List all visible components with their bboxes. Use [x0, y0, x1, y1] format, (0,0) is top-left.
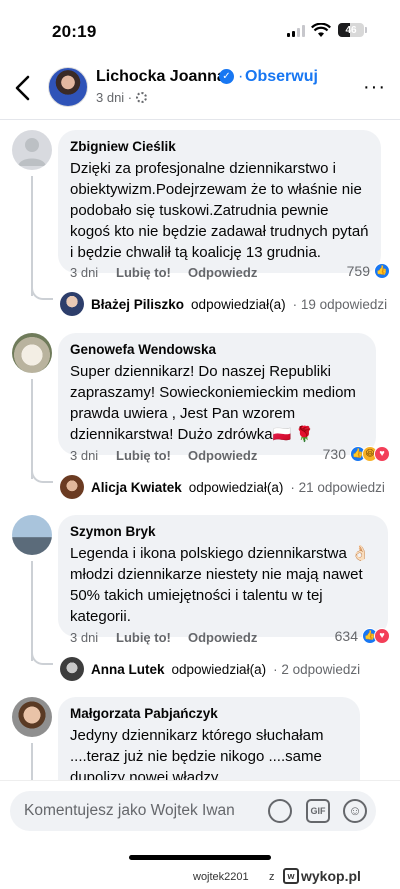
- watermark-z: z: [269, 871, 275, 883]
- comment-composer: Komentujesz jako Wojtek Iwan GIF ☺: [0, 780, 400, 850]
- reactions-summary[interactable]: 730 👍 😆 ♥: [323, 446, 390, 462]
- reply-avatar: [60, 292, 84, 316]
- watermark-bar: wojtek2201 z w wykop.pl: [0, 866, 400, 889]
- author-avatar[interactable]: [48, 67, 88, 107]
- comment-author[interactable]: Małgorzata Pabjańczyk: [70, 706, 348, 721]
- reactions-summary[interactable]: 634 👍 ♥: [335, 628, 390, 644]
- post-header: Lichocka Joanna ✓ · Obserwuj 3 dni · ···: [0, 60, 400, 120]
- more-icon[interactable]: ···: [363, 76, 386, 99]
- reply-avatar: [60, 657, 84, 681]
- comment-time: 3 dni: [70, 448, 99, 463]
- status-bar: 20:19 46: [0, 0, 400, 60]
- comment-bubble: Szymon Bryk Legenda i ikona polskiego dz…: [58, 515, 388, 637]
- comment-time: 3 dni: [70, 630, 99, 645]
- watermark-site: wykop.pl: [301, 868, 361, 884]
- comment-author[interactable]: Zbigniew Cieślik: [70, 139, 369, 154]
- home-indicator: [129, 855, 271, 860]
- reply-avatar: [60, 475, 84, 499]
- reply-author: Błażej Piliszko: [91, 296, 185, 312]
- reply-author: Anna Lutek: [91, 661, 165, 677]
- like-button[interactable]: Lubię to!: [116, 630, 188, 645]
- back-chevron-icon[interactable]: [12, 74, 34, 102]
- thread-line: [31, 379, 33, 479]
- comment-actions: 3 dni Lubię to! Odpowiedz: [70, 448, 257, 463]
- comment-actions: 3 dni Lubię to! Odpowiedz: [70, 265, 257, 280]
- emoji-icon[interactable]: ☺: [343, 799, 367, 823]
- thread-line: [31, 743, 33, 780]
- post-meta: 3 dni ·: [96, 90, 148, 105]
- comment-input[interactable]: Komentujesz jako Wojtek Iwan GIF ☺: [10, 791, 376, 831]
- comment-bubble: Zbigniew Cieślik Dzięki za profesjonalne…: [58, 130, 381, 273]
- thread-line: [31, 561, 33, 661]
- gear-icon: [136, 92, 148, 103]
- verified-badge-icon: ✓: [219, 69, 234, 84]
- commenter-avatar[interactable]: [12, 515, 52, 555]
- gif-icon[interactable]: GIF: [306, 799, 330, 823]
- heart-reaction-icon: ♥: [374, 446, 390, 462]
- like-button[interactable]: Lubię to!: [116, 265, 188, 280]
- follow-button[interactable]: Obserwuj: [245, 68, 318, 86]
- comment-text: Legenda i ikona polskiego dziennikarstwa…: [70, 545, 370, 625]
- comment-actions: 3 dni Lubię to! Odpowiedz: [70, 630, 257, 645]
- replies-link[interactable]: Alicja Kwiatek odpowiedział(a) · 21 odpo…: [60, 475, 385, 499]
- author-name[interactable]: Lichocka Joanna: [96, 68, 226, 86]
- avatar-sticker-icon[interactable]: [268, 799, 292, 823]
- comment-text: Jedyny dziennikarz którego słuchałam ...…: [70, 727, 324, 780]
- replies-link[interactable]: Anna Lutek odpowiedział(a) · 2 odpowiedz…: [60, 657, 360, 681]
- reaction-count: 634: [334, 628, 358, 644]
- like-button[interactable]: Lubię to!: [116, 448, 188, 463]
- comment-time: 3 dni: [70, 265, 99, 280]
- reply-label: odpowiedział(a): [171, 661, 267, 677]
- battery-level: 46: [345, 24, 357, 36]
- thread-elbow: [31, 469, 53, 483]
- comment-author[interactable]: Genowefa Wendowska: [70, 342, 364, 357]
- reaction-count: 730: [322, 446, 346, 462]
- comment-author[interactable]: Szymon Bryk: [70, 524, 376, 539]
- default-avatar-icon: [18, 138, 46, 166]
- battery-tip: [365, 27, 367, 33]
- reply-count: · 19 odpowiedzi: [292, 296, 388, 312]
- comment-bubble: Małgorzata Pabjańczyk Jedyny dziennikarz…: [58, 697, 360, 780]
- reply-count: · 2 odpowiedzi: [273, 661, 361, 677]
- reply-count: · 21 odpowiedzi: [290, 479, 385, 495]
- watermark-user: wojtek2201: [193, 871, 249, 883]
- reply-button[interactable]: Odpowiedz: [188, 448, 257, 463]
- heart-reaction-icon: ♥: [374, 628, 390, 644]
- comment-placeholder: Komentujesz jako Wojtek Iwan: [24, 802, 235, 819]
- commenter-avatar[interactable]: [12, 130, 52, 170]
- signal-icon: [287, 25, 305, 37]
- like-reaction-icon: 👍: [374, 263, 390, 279]
- commenter-avatar[interactable]: [12, 333, 52, 373]
- clock: 20:19: [52, 22, 97, 41]
- comment-text: Dzięki za profesjonalne dziennikarstwo i…: [70, 160, 369, 261]
- thread-elbow: [31, 651, 53, 665]
- thread-line: [31, 176, 33, 296]
- reply-label: odpowiedział(a): [188, 479, 284, 495]
- reply-button[interactable]: Odpowiedz: [188, 630, 257, 645]
- reply-label: odpowiedział(a): [191, 296, 286, 312]
- post-time: 3 dni ·: [96, 90, 133, 105]
- reaction-count: 759: [346, 263, 370, 279]
- comment-bubble: Genowefa Wendowska Super dziennikarz! Do…: [58, 333, 376, 455]
- battery-icon: 46: [338, 23, 364, 37]
- wykop-logo-icon: w: [283, 868, 299, 884]
- thread-elbow: [31, 286, 53, 300]
- replies-link[interactable]: Błażej Piliszko odpowiedział(a) · 19 odp…: [60, 292, 387, 316]
- reply-button[interactable]: Odpowiedz: [188, 265, 257, 280]
- wifi-icon: [311, 23, 331, 37]
- comment-text: Super dziennikarz! Do naszej Republiki z…: [70, 363, 356, 443]
- comment: Małgorzata Pabjańczyk Jedyny dziennikarz…: [0, 697, 400, 780]
- commenter-avatar[interactable]: [12, 697, 52, 737]
- header-separator: ·: [238, 68, 244, 85]
- reactions-summary[interactable]: 759 👍: [347, 263, 390, 279]
- watermark-logo: w wykop.pl: [283, 868, 361, 884]
- reply-author: Alicja Kwiatek: [91, 479, 182, 495]
